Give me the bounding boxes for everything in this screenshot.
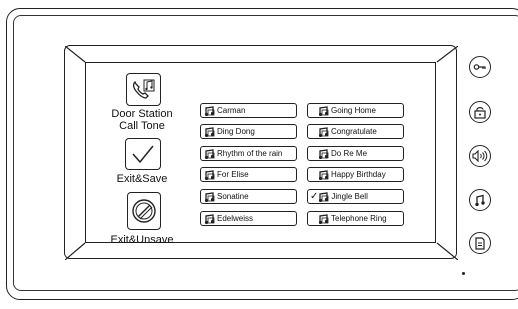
phone-music-icon	[132, 79, 154, 99]
music-note-icon	[204, 169, 215, 180]
tone-label: Rhythm of the rain	[217, 149, 283, 158]
music-note-icon	[204, 213, 215, 224]
ringtone-button[interactable]	[469, 189, 491, 211]
tone-label: Going Home	[331, 106, 376, 115]
record-icon	[475, 236, 485, 250]
volume-icon	[472, 150, 488, 162]
music-note-icon	[318, 105, 329, 116]
tone-option[interactable]: Carman	[200, 103, 297, 118]
music-note-icon	[318, 126, 329, 137]
exit-unsave-label: Exit&Unsave	[110, 234, 174, 246]
status-led	[462, 272, 465, 275]
tone-label: Telephone Ring	[331, 214, 387, 223]
settings-side-panel: Door Station Call Tone Exit&Save Exit&Un…	[86, 63, 198, 246]
call-tone-button[interactable]	[126, 73, 161, 106]
tone-option[interactable]: Ding Dong	[200, 124, 297, 139]
tone-option[interactable]: Going Home	[307, 103, 404, 118]
tone-option[interactable]: For Elise	[200, 167, 297, 182]
exit-save-button[interactable]	[125, 138, 161, 170]
checkmark-icon	[132, 145, 154, 164]
call-tone-label-line1: Door Station	[111, 108, 173, 120]
music-note-icon	[318, 169, 329, 180]
tone-option[interactable]: Edelweiss	[200, 211, 297, 226]
tone-label: Sonatine	[217, 192, 249, 201]
tone-label: Ding Dong	[217, 127, 255, 136]
call-tone-label-line2: Call Tone	[119, 120, 165, 132]
tone-label: For Elise	[217, 170, 249, 179]
volume-button[interactable]	[469, 145, 491, 167]
unlock-icon	[474, 106, 486, 119]
exit-save-label: Exit&Save	[116, 173, 168, 185]
checkmark-icon: ✓	[310, 190, 319, 202]
tone-label: Happy Birthday	[331, 170, 386, 179]
tone-option[interactable]: Sonatine	[200, 189, 297, 204]
tone-label: Carman	[217, 106, 246, 115]
tone-option[interactable]: Rhythm of the rain	[200, 146, 297, 161]
music-note-icon	[204, 148, 215, 159]
tone-label: Jingle Bell	[331, 192, 368, 201]
ringtone-icon	[475, 194, 485, 206]
tone-option[interactable]: Telephone Ring	[307, 211, 404, 226]
tone-option[interactable]: Congratulate	[307, 124, 404, 139]
music-note-icon	[318, 148, 329, 159]
tone-label: Do Re Me	[331, 149, 368, 158]
exit-unsave-button[interactable]	[127, 192, 161, 230]
tone-option-selected[interactable]: ✓ Jingle Bell	[307, 189, 404, 204]
key-button[interactable]	[469, 56, 491, 78]
lcd-screen: Door Station Call Tone Exit&Save Exit&Un…	[85, 62, 436, 246]
cancel-icon	[132, 199, 156, 223]
unlock-button[interactable]	[469, 101, 491, 123]
music-note-icon	[204, 191, 215, 202]
tone-option[interactable]: Do Re Me	[307, 146, 404, 161]
tone-label: Congratulate	[331, 127, 377, 136]
music-note-icon	[204, 105, 215, 116]
tone-label: Edelweiss	[217, 214, 254, 223]
record-button[interactable]	[469, 232, 491, 254]
tone-option[interactable]: Happy Birthday	[307, 167, 404, 182]
music-note-icon	[318, 213, 329, 224]
music-note-icon	[319, 191, 329, 202]
music-note-icon	[204, 126, 215, 137]
key-icon	[473, 64, 486, 70]
